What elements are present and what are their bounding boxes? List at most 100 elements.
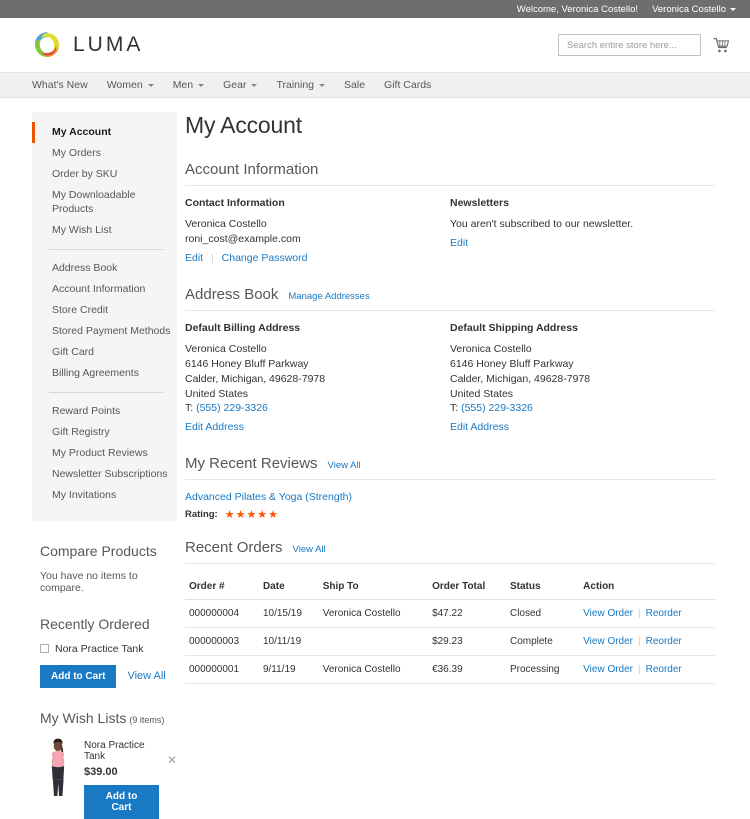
main-content: My Account Account Information Contact I… xyxy=(177,112,750,819)
cart-icon[interactable] xyxy=(713,37,730,54)
sidebar: My Account My Orders Order by SKU My Downlo… xyxy=(0,112,177,819)
billing-edit-address-link[interactable]: Edit Address xyxy=(185,421,244,433)
logo-text: LUMA xyxy=(73,33,144,56)
view-order-link[interactable]: View Order xyxy=(583,664,633,675)
recently-ordered-add-to-cart-button[interactable]: Add to Cart xyxy=(40,664,117,688)
recent-orders-view-all-link[interactable]: View All xyxy=(293,544,326,555)
view-order-link[interactable]: View Order xyxy=(583,608,633,619)
account-menu-toggle[interactable]: Veronica Costello xyxy=(652,4,736,15)
reorder-link[interactable]: Reorder xyxy=(646,636,682,647)
billing-street: 6146 Honey Bluff Parkway xyxy=(185,357,309,370)
nav-item-what-s-new[interactable]: What's New xyxy=(32,79,88,91)
cell-ship-to xyxy=(318,627,429,657)
sidebar-item-store-credit[interactable]: Store Credit xyxy=(32,300,177,321)
account-information-heading: Account Information xyxy=(185,161,715,186)
table-row: 000000003 10/11/19 $29.23 Complete View Orde… xyxy=(185,627,715,657)
recent-reviews-title: My Recent Reviews xyxy=(185,455,318,473)
contact-information-block: Contact Information Veronica Costello ro… xyxy=(185,197,450,264)
billing-name: Veronica Costello xyxy=(185,342,267,355)
nav-item-label: Sale xyxy=(344,79,366,91)
sidebar-item-reward-points[interactable]: Reward Points xyxy=(32,401,177,422)
nav-item-women[interactable]: Women xyxy=(107,79,154,91)
cell-order-number: 000000004 xyxy=(185,599,259,629)
newsletters-block: Newsletters You aren't subscribed to our… xyxy=(450,197,715,264)
view-order-link[interactable]: View Order xyxy=(583,636,633,647)
nav-item-sale[interactable]: Sale xyxy=(344,79,365,91)
cell-ship-to: Veronica Costello xyxy=(318,599,429,629)
cell-order-total: $47.22 xyxy=(428,599,506,629)
review-rating-row: Rating: ★★★★★ xyxy=(185,508,715,521)
recent-review-item: Advanced Pilates & Yoga (Strength) Ratin… xyxy=(185,491,715,521)
address-book-columns: Default Billing Address Veronica Costell… xyxy=(185,322,715,434)
sidebar-item-my-product-reviews[interactable]: My Product Reviews xyxy=(32,443,177,464)
shipping-street: 6146 Honey Bluff Parkway xyxy=(450,357,574,370)
page-body: My Account My Orders Order by SKU My Downlo… xyxy=(0,98,750,819)
product-thumbnail-nora-practice-tank[interactable] xyxy=(40,736,76,799)
sidebar-item-account-information[interactable]: Account Information xyxy=(32,279,177,300)
newsletter-edit-link[interactable]: Edit xyxy=(450,237,468,249)
action-separator: | xyxy=(638,636,641,648)
sidebar-item-order-by-sku[interactable]: Order by SKU xyxy=(32,164,177,185)
column-header-action: Action xyxy=(579,575,715,601)
reorder-link[interactable]: Reorder xyxy=(646,608,682,619)
sidebar-item-my-account[interactable]: My Account xyxy=(32,122,177,144)
recent-reviews-view-all-link[interactable]: View All xyxy=(328,460,361,471)
search-input[interactable] xyxy=(565,38,701,52)
billing-phone-link[interactable]: (555) 229-3326 xyxy=(196,402,268,414)
table-row: 000000004 10/15/19 Veronica Costello $47.22… xyxy=(185,599,715,629)
review-product-link[interactable]: Advanced Pilates & Yoga (Strength) xyxy=(185,491,715,503)
manage-addresses-link[interactable]: Manage Addresses xyxy=(288,291,369,302)
sidebar-item-my-wish-list[interactable]: My Wish List xyxy=(32,220,177,241)
sidebar-item-billing-agreements[interactable]: Billing Agreements xyxy=(32,363,177,384)
cell-order-status: Closed xyxy=(505,599,580,629)
cell-order-date: 10/15/19 xyxy=(258,599,319,629)
sidebar-item-my-invitations[interactable]: My Invitations xyxy=(32,486,177,507)
logo-link[interactable]: LUMA xyxy=(32,30,143,60)
sidebar-item-newsletter-subscriptions[interactable]: Newsletter Subscriptions xyxy=(32,465,177,486)
sidebar-item-stored-payment-methods[interactable]: Stored Payment Methods xyxy=(32,321,177,342)
wish-lists-title: My Wish Lists xyxy=(40,709,127,726)
column-header-order: Order # xyxy=(185,575,259,601)
address-book-heading: Address Book Manage Addresses xyxy=(185,286,715,311)
recently-ordered-checkbox[interactable] xyxy=(40,644,49,654)
nav-item-training[interactable]: Training xyxy=(276,79,326,91)
shipping-phone-link[interactable]: (555) 229-3326 xyxy=(461,402,533,414)
header-actions xyxy=(558,34,730,56)
wish-list-add-to-cart-button[interactable]: Add to Cart xyxy=(84,784,159,819)
action-separator: | xyxy=(211,251,214,264)
cell-actions: View Order | Reorder xyxy=(579,627,715,657)
account-menu-label: Veronica Costello xyxy=(652,3,726,15)
sidebar-item-my-orders[interactable]: My Orders xyxy=(32,143,177,164)
contact-name: Veronica Costello xyxy=(185,218,267,230)
shipping-name: Veronica Costello xyxy=(450,342,532,355)
wish-list-item-price: $39.00 xyxy=(84,765,118,778)
table-header-row: Order # Date Ship To Order Total Status Actio… xyxy=(185,575,715,601)
shipping-edit-address-link[interactable]: Edit Address xyxy=(450,421,509,433)
recently-ordered-actions: Add to Cart View All xyxy=(40,664,177,688)
nav-item-gear[interactable]: Gear xyxy=(223,79,258,91)
change-password-link[interactable]: Change Password xyxy=(222,252,308,264)
search-box[interactable] xyxy=(558,34,701,56)
cell-order-number: 000000001 xyxy=(185,655,259,685)
recent-orders-table: Order # Date Ship To Order Total Status Actio… xyxy=(185,575,715,685)
nav-item-gift-cards[interactable]: Gift Cards xyxy=(384,79,431,91)
billing-city-state-zip: Calder, Michigan, 49628-7978 xyxy=(185,372,326,385)
contact-actions: Edit | Change Password xyxy=(185,252,450,264)
recently-ordered-view-all-link[interactable]: View All xyxy=(127,670,165,682)
close-icon[interactable]: ✕ xyxy=(167,737,177,819)
utility-topbar: Welcome, Veronica Costello! Veronica Cos… xyxy=(0,0,750,18)
sidebar-item-gift-registry[interactable]: Gift Registry xyxy=(32,422,177,443)
wish-list-item-info: Nora Practice Tank $39.00 Add to Cart xyxy=(84,737,159,819)
reorder-link[interactable]: Reorder xyxy=(646,664,682,675)
sidebar-item-address-book[interactable]: Address Book xyxy=(32,258,177,279)
column-header-date: Date xyxy=(258,575,319,601)
sidebar-item-gift-card[interactable]: Gift Card xyxy=(32,342,177,363)
sidebar-item-my-downloadable-products[interactable]: My Downloadable Products xyxy=(32,185,177,220)
nav-item-label: Training xyxy=(276,79,315,91)
recently-ordered-item[interactable]: Nora Practice Tank xyxy=(40,643,177,655)
chevron-down-icon xyxy=(251,83,258,87)
recently-ordered-item-label: Nora Practice Tank xyxy=(55,642,144,655)
wish-lists-count: (9 items) xyxy=(129,714,165,725)
contact-edit-link[interactable]: Edit xyxy=(185,252,203,264)
nav-item-men[interactable]: Men xyxy=(173,79,205,91)
